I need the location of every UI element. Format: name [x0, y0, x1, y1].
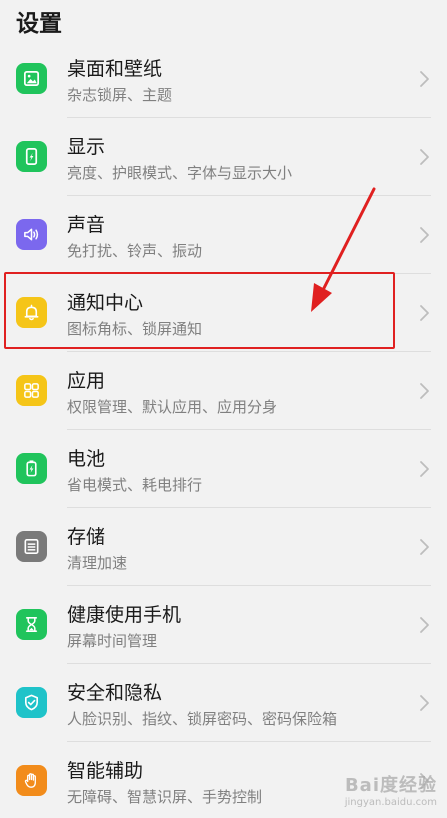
page-title: 设置: [16, 11, 62, 37]
settings-item-display[interactable]: 显示亮度、护眼模式、字体与显示大小: [0, 118, 447, 196]
bell-icon: [16, 297, 47, 328]
shield-icon: [16, 687, 47, 718]
settings-item-subtitle: 屏幕时间管理: [67, 632, 158, 650]
settings-item-subtitle: 免打扰、铃声、振动: [67, 242, 203, 260]
battery-icon: [16, 453, 47, 484]
settings-item-title: 通知中心: [67, 292, 144, 314]
settings-item-apps[interactable]: 应用权限管理、默认应用、应用分身: [0, 352, 447, 430]
speaker-icon: [16, 219, 47, 250]
settings-item-title: 桌面和壁纸: [67, 58, 163, 80]
settings-item-subtitle: 清理加速: [67, 554, 128, 572]
wallpaper-icon: [16, 63, 47, 94]
settings-item-subtitle: 杂志锁屏、主题: [67, 86, 173, 104]
settings-item-battery[interactable]: 电池省电模式、耗电排行: [0, 430, 447, 508]
settings-item-title: 智能辅助: [67, 760, 144, 782]
settings-item-title: 显示: [67, 136, 106, 158]
settings-list: 桌面和壁纸杂志锁屏、主题显示亮度、护眼模式、字体与显示大小声音免打扰、铃声、振动…: [0, 40, 447, 818]
chevron-right-icon: [417, 69, 431, 89]
settings-item-title: 电池: [67, 448, 106, 470]
settings-item-storage[interactable]: 存储 清理加速: [0, 508, 447, 586]
settings-item-subtitle: 权限管理、默认应用、应用分身: [67, 398, 278, 416]
storage-icon: [16, 531, 47, 562]
chevron-right-icon: [417, 459, 431, 479]
settings-item-subtitle: 亮度、护眼模式、字体与显示大小: [67, 164, 293, 182]
hand-icon: [16, 765, 47, 796]
settings-item-subtitle: 省电模式、耗电排行: [67, 476, 203, 494]
apps-grid-icon: [16, 375, 47, 406]
chevron-right-icon: [417, 615, 431, 635]
settings-item-title: 声音: [67, 214, 106, 236]
settings-item-sound[interactable]: 声音免打扰、铃声、振动: [0, 196, 447, 274]
settings-item-title: 健康使用手机: [67, 604, 182, 626]
settings-item-digital-balance[interactable]: 健康使用手机屏幕时间管理: [0, 586, 447, 664]
chevron-right-icon: [417, 537, 431, 557]
settings-item-title: 安全和隐私: [67, 682, 163, 704]
settings-item-subtitle: 无障碍、智慧识屏、手势控制: [67, 788, 263, 806]
settings-item-title: 应用: [67, 370, 106, 392]
chevron-right-icon: [417, 147, 431, 167]
settings-item-smart-assist[interactable]: 智能辅助无障碍、智慧识屏、手势控制: [0, 742, 447, 818]
chevron-right-icon: [417, 771, 431, 791]
chevron-right-icon: [417, 225, 431, 245]
chevron-right-icon: [417, 381, 431, 401]
settings-item-wallpaper[interactable]: 桌面和壁纸杂志锁屏、主题: [0, 40, 447, 118]
chevron-right-icon: [417, 693, 431, 713]
settings-item-subtitle: 图标角标、锁屏通知: [67, 320, 203, 338]
settings-item-security-privacy[interactable]: 安全和隐私人脸识别、指纹、锁屏密码、密码保险箱: [0, 664, 447, 742]
display-icon: [16, 141, 47, 172]
settings-item-title: 存储: [67, 526, 106, 548]
settings-item-subtitle: 人脸识别、指纹、锁屏密码、密码保险箱: [67, 710, 338, 728]
settings-item-notifications[interactable]: 通知中心图标角标、锁屏通知: [0, 274, 447, 352]
hourglass-icon: [16, 609, 47, 640]
chevron-right-icon: [417, 303, 431, 323]
